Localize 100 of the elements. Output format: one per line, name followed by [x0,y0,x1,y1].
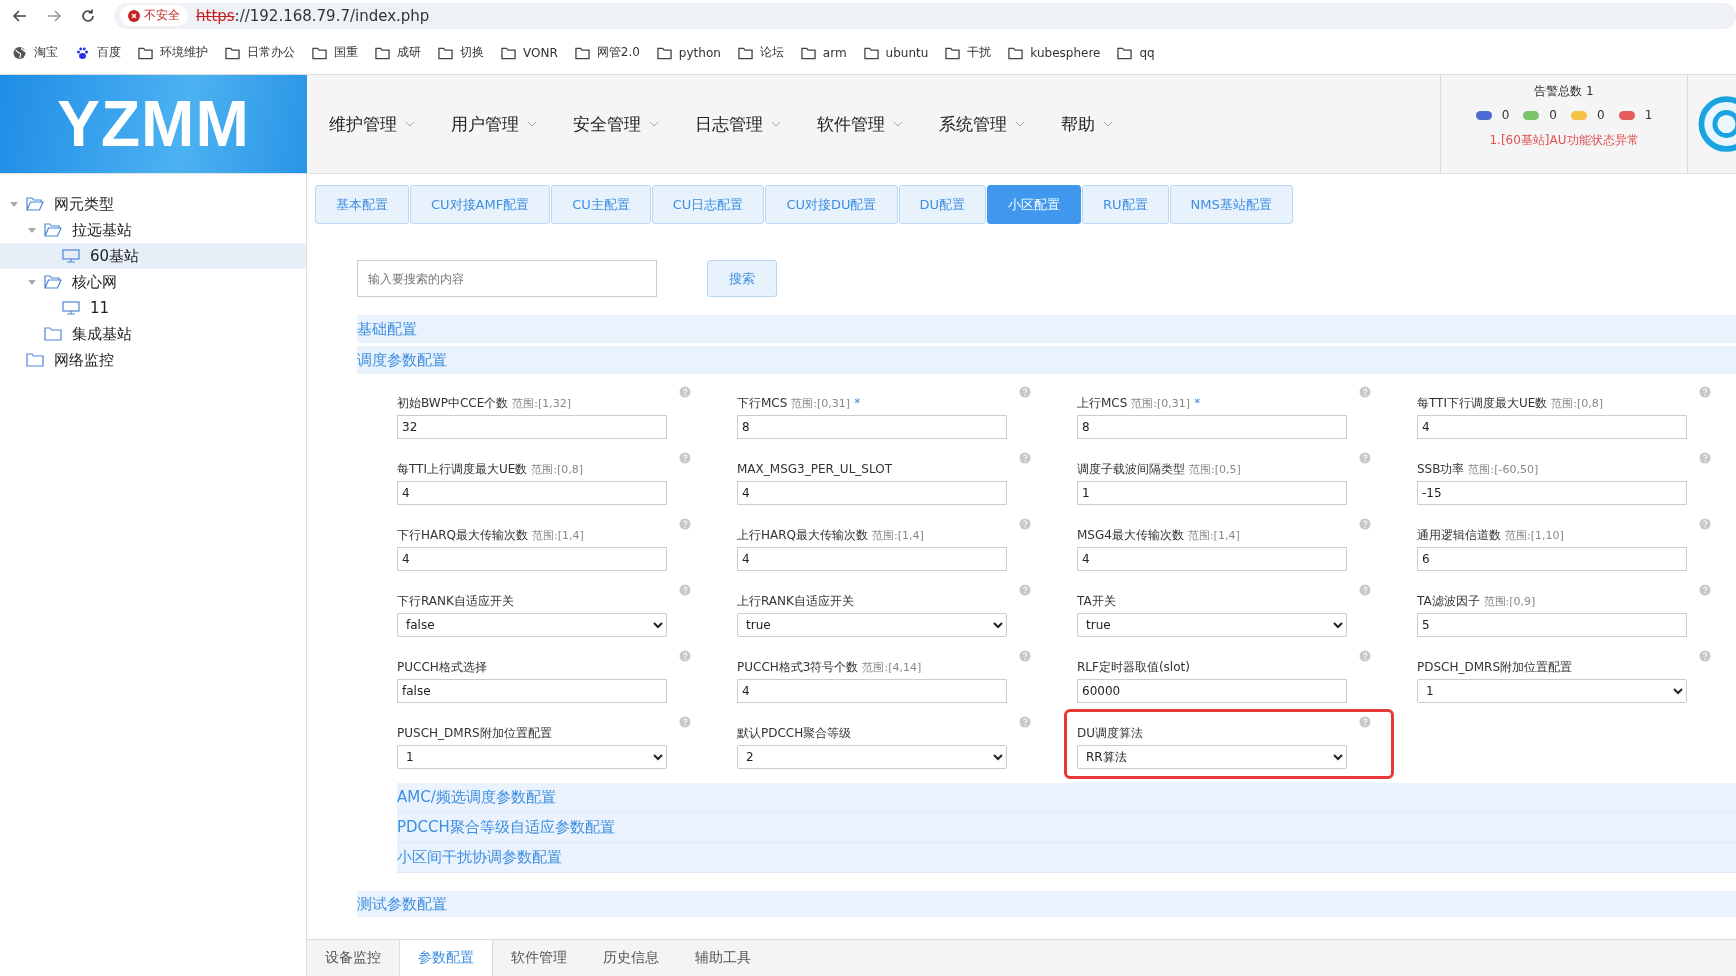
monitor-icon [62,249,80,263]
text-field[interactable]: 4 [737,547,1007,571]
bookmark[interactable]: python [656,45,721,60]
text-field[interactable]: 8 [737,415,1007,439]
dropdown[interactable]: false [397,613,667,637]
reload-icon[interactable] [80,7,96,24]
help-icon[interactable] [1019,452,1031,464]
back-icon[interactable] [12,7,28,24]
dropdown[interactable]: RR算法 [1077,745,1347,769]
help-icon[interactable] [1699,584,1711,596]
help-icon[interactable] [1359,386,1371,398]
text-field[interactable]: 6 [1417,547,1687,571]
bookmark[interactable]: ubuntu [863,45,929,60]
field-label: PUCCH格式3符号个数 [737,658,859,676]
help-icon[interactable] [1699,518,1711,530]
dropdown[interactable]: 1 [397,745,667,769]
required-mark: * [854,396,861,410]
help-icon[interactable] [1699,386,1711,398]
bookmark[interactable]: VONR [501,45,558,60]
bookmark[interactable]: 网管2.0 [574,44,640,61]
range-hint: 范围:[4,14] [862,659,922,675]
help-icon[interactable] [1019,584,1031,596]
help-icon[interactable] [679,452,691,464]
menu-item[interactable]: 软件管理 [817,112,903,136]
help-icon[interactable] [679,650,691,662]
text-field[interactable]: -15 [1417,481,1687,505]
bottom-tab[interactable]: 辅助工具 [677,940,769,976]
range-hint: 范围:[0,8] [531,461,584,477]
dropdown[interactable]: 1 [1417,679,1687,703]
help-icon[interactable] [1019,518,1031,530]
help-icon[interactable] [679,518,691,530]
chevron-down-icon [527,121,537,127]
dropdown[interactable]: 2 [737,745,1007,769]
text-field[interactable]: 60000 [1077,679,1347,703]
help-icon[interactable] [1019,650,1031,662]
bookmark[interactable]: 淘宝 [12,44,58,61]
bookmark[interactable]: kubesphere [1008,45,1101,60]
folder-icon [138,45,153,60]
bookmark[interactable]: 切换 [438,44,484,61]
bookmark[interactable]: 环境维护 [138,44,208,61]
tree-item[interactable]: 60基站 [0,243,306,269]
text-field[interactable]: 5 [1417,613,1687,637]
help-icon[interactable] [1359,452,1371,464]
bookmark[interactable]: 论坛 [737,44,784,61]
tree-item[interactable]: 网元类型 [0,191,306,217]
bookmark[interactable]: arm [800,45,847,60]
menu-item[interactable]: 日志管理 [695,112,781,136]
bookmark[interactable]: 百度 [75,44,121,61]
field-label: 上行RANK自适应开关 [737,592,854,610]
help-icon[interactable] [1359,650,1371,662]
help-icon[interactable] [1699,650,1711,662]
field-label: TA开关 [1077,592,1116,610]
tree-item[interactable]: 拉远基站 [0,217,306,243]
dropdown[interactable]: true [737,613,1007,637]
tree-item[interactable]: 11 [0,295,306,321]
caret-down-icon[interactable] [10,200,18,208]
bottom-tab[interactable]: 软件管理 [493,940,585,976]
text-field[interactable]: 4 [397,547,667,571]
help-icon[interactable] [1359,584,1371,596]
text-field[interactable]: 4 [1077,547,1347,571]
help-icon[interactable] [679,386,691,398]
forward-icon[interactable] [46,7,62,24]
menu-item[interactable]: 用户管理 [451,112,537,136]
bottom-tab[interactable]: 参数配置 [399,940,493,976]
menu-item[interactable]: 帮助 [1061,112,1113,136]
text-field[interactable]: 4 [737,481,1007,505]
help-icon[interactable] [1019,386,1031,398]
menu-item[interactable]: 系统管理 [939,112,1025,136]
bottom-tab[interactable]: 历史信息 [585,940,677,976]
text-field[interactable]: false [397,679,667,703]
help-icon[interactable] [1019,716,1031,728]
tree-item[interactable]: 集成基站 [0,321,306,347]
tree-item[interactable]: 核心网 [0,269,306,295]
text-field[interactable]: 4 [1417,415,1687,439]
menu-item[interactable]: 安全管理 [573,112,659,136]
caret-down-icon[interactable] [28,226,36,234]
help-icon[interactable] [679,584,691,596]
help-icon[interactable] [1699,452,1711,464]
search-field[interactable]: 输入要搜索的内容 [357,260,657,297]
text-field[interactable]: 4 [397,481,667,505]
caret-down-icon[interactable] [28,278,36,286]
bookmark[interactable]: qq [1117,45,1155,60]
help-icon[interactable] [1359,518,1371,530]
tree-item[interactable]: 网络监控 [0,347,306,373]
bookmark[interactable]: 干扰 [945,44,992,61]
bookmark[interactable]: 国重 [312,44,358,61]
text-field[interactable]: 4 [737,679,1007,703]
bookmark[interactable]: 日常办公 [225,44,295,61]
bookmark[interactable]: 成研 [375,44,421,61]
help-icon[interactable] [1359,716,1371,728]
text-field[interactable]: 8 [1077,415,1347,439]
bottom-tab[interactable]: 设备监控 [307,940,399,976]
dropdown[interactable]: true [1077,613,1347,637]
text-field[interactable]: 1 [1077,481,1347,505]
security-chip[interactable]: 不安全 [120,5,188,26]
menu-item[interactable]: 维护管理 [329,112,415,136]
alarm-message[interactable]: 1.[60基站]AU功能状态异常 [1489,132,1639,149]
address-bar[interactable]: 不安全 https://192.168.79.7/index.php [114,2,1736,29]
help-icon[interactable] [679,716,691,728]
text-field[interactable]: 32 [397,415,667,439]
